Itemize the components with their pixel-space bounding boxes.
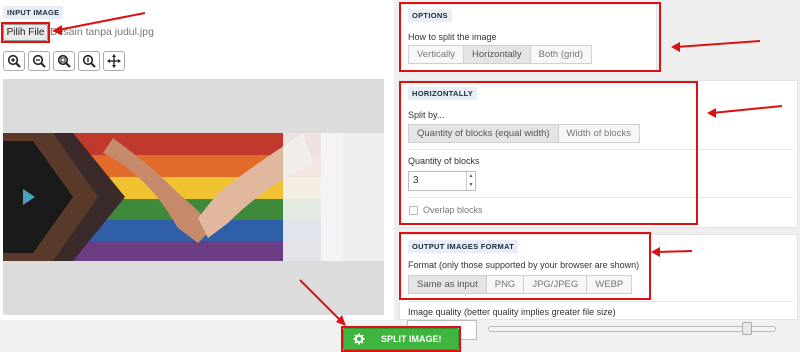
annotation-arrows <box>52 12 783 326</box>
